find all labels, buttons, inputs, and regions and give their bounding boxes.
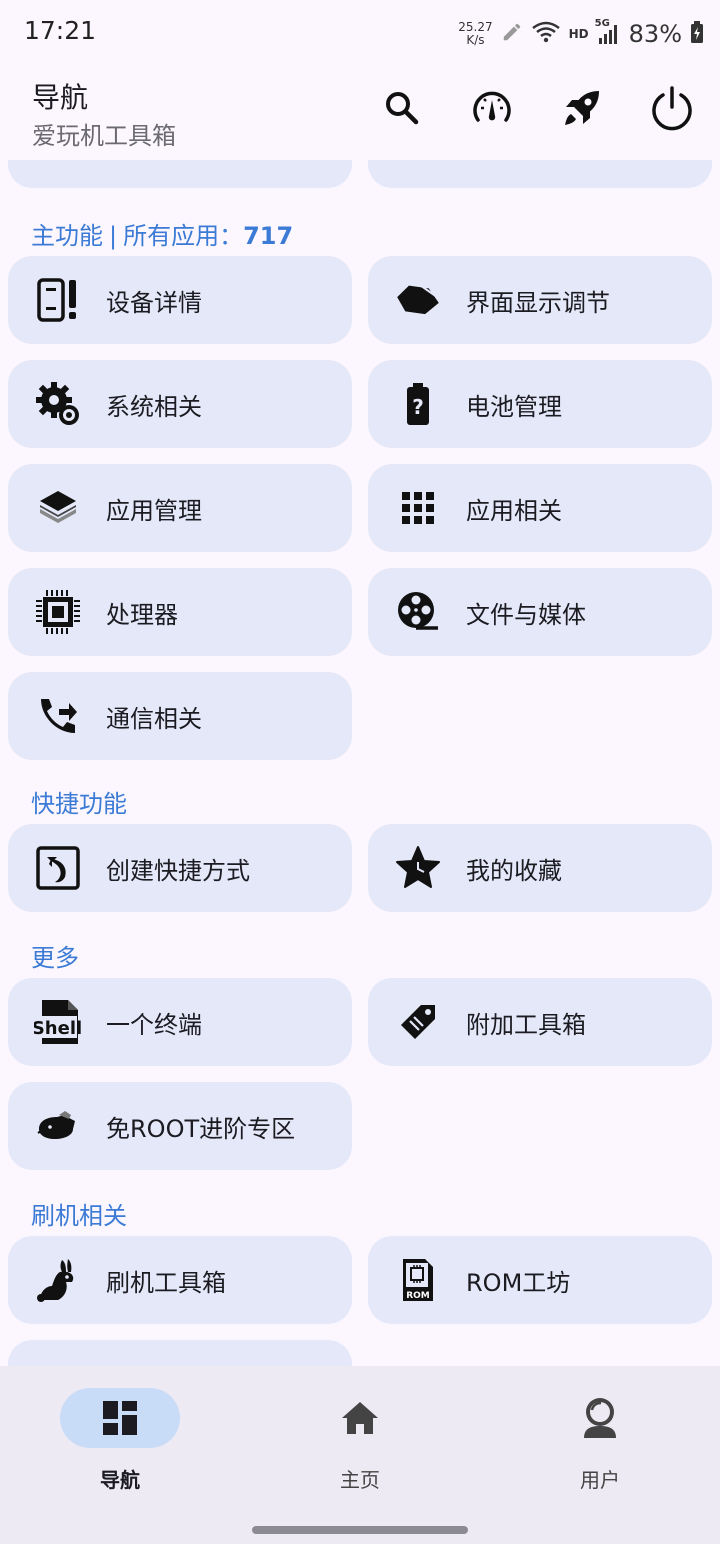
boost-button[interactable] — [556, 82, 608, 134]
rom-icon-text: ROM — [406, 1291, 430, 1301]
tile-label: 我的收藏 — [466, 856, 562, 885]
tile-flash-toolbox[interactable]: 刷机工具箱 — [8, 1236, 352, 1324]
tile-files-media[interactable]: 文件与媒体 — [368, 568, 712, 656]
user-icon — [576, 1394, 624, 1442]
nav-item-user[interactable]: 用户 — [480, 1366, 720, 1506]
nav-label: 主页 — [340, 1468, 380, 1492]
device-info-icon — [34, 276, 82, 324]
battery-charging-icon — [690, 21, 704, 47]
tile-partial-left[interactable] — [8, 160, 352, 188]
tile-rom-workshop[interactable]: ROM ROM工坊 — [368, 1236, 712, 1324]
dashboard-icon — [96, 1394, 144, 1442]
tile-display-adjust[interactable]: 界面显示调节 — [368, 256, 712, 344]
tile-label: 附加工具箱 — [466, 1010, 586, 1039]
svg-text:?: ? — [412, 395, 424, 419]
tile-favorites[interactable]: 我的收藏 — [368, 824, 712, 912]
system-gears-icon — [34, 380, 82, 428]
tile-label: 刷机工具箱 — [106, 1268, 226, 1297]
tag-icon — [394, 998, 442, 1046]
wifi-icon — [531, 20, 561, 48]
tile-label: ROM工坊 — [466, 1268, 571, 1297]
content-scroll-area[interactable]: 主功能 | 所有应用：717 设备详情 界面显示调节 系统相关 ? 电池管理 应用管… — [0, 160, 720, 1366]
gesture-bar[interactable] — [252, 1526, 468, 1534]
home-icon — [336, 1394, 384, 1442]
section-main-header: 主功能 | 所有应用：717 — [31, 216, 293, 251]
speedometer-icon — [473, 91, 511, 122]
nav-item-home[interactable]: 主页 — [240, 1366, 480, 1506]
cell-signal-icon: 5G — [595, 18, 621, 46]
status-time: 17:21 — [24, 16, 97, 45]
bottom-navigation: 导航 主页 用户 — [0, 1366, 720, 1544]
power-button[interactable] — [646, 82, 698, 134]
power-icon — [652, 86, 692, 131]
all-apps-label: 所有应用： — [123, 222, 244, 250]
rocket-icon — [565, 91, 599, 125]
network-speed: 25.27 K/s — [458, 21, 492, 47]
shell-icon-text: Shell — [34, 1018, 82, 1039]
star-icon — [394, 844, 442, 892]
tile-label: 设备详情 — [106, 288, 202, 317]
tile-create-shortcut[interactable]: 创建快捷方式 — [8, 824, 352, 912]
shell-file-icon: Shell — [34, 998, 82, 1046]
tile-cpu[interactable]: 处理器 — [8, 568, 352, 656]
tile-partial-bottom[interactable] — [8, 1340, 352, 1366]
rom-chip-icon: ROM — [394, 1256, 442, 1304]
display-adjust-icon — [394, 276, 442, 324]
speed-test-button[interactable] — [466, 82, 518, 134]
tile-label: 应用相关 — [466, 496, 562, 525]
pencil-icon — [501, 21, 523, 47]
page-title: 导航 — [32, 81, 89, 114]
nav-label: 用户 — [580, 1468, 620, 1492]
tile-battery[interactable]: ? 电池管理 — [368, 360, 712, 448]
tile-label: 界面显示调节 — [466, 288, 610, 317]
tile-app-manage[interactable]: 应用管理 — [8, 464, 352, 552]
page-subtitle: 爱玩机工具箱 — [32, 122, 176, 150]
all-apps-count: 717 — [243, 222, 294, 250]
film-reel-icon — [394, 588, 442, 636]
tile-label: 系统相关 — [106, 392, 202, 421]
tile-label: 处理器 — [106, 600, 178, 629]
cpu-chip-icon — [34, 588, 82, 636]
appbar-actions — [376, 82, 698, 134]
section-separator: | — [109, 222, 118, 250]
hd-indicator: HD — [568, 27, 589, 41]
tile-partial-right[interactable] — [368, 160, 712, 188]
tile-no-root[interactable]: 免ROOT进阶专区 — [8, 1082, 352, 1170]
section-more-title: 更多 — [31, 944, 79, 972]
tile-label: 免ROOT进阶专区 — [106, 1114, 296, 1143]
tile-device-info[interactable]: 设备详情 — [8, 256, 352, 344]
apps-grid-icon — [394, 484, 442, 532]
tile-communication[interactable]: 通信相关 — [8, 672, 352, 760]
tile-label: 通信相关 — [106, 704, 202, 733]
layers-icon — [34, 484, 82, 532]
battery-unknown-icon: ? — [394, 380, 442, 428]
phone-forward-icon — [34, 692, 82, 740]
tile-terminal[interactable]: Shell 一个终端 — [8, 978, 352, 1066]
status-icons: 25.27 K/s HD 5G 83% — [458, 14, 704, 54]
shortcut-arrow-icon — [34, 844, 82, 892]
network-speed-unit: K/s — [466, 33, 485, 47]
tile-label: 一个终端 — [106, 1010, 202, 1039]
search-icon — [386, 92, 419, 125]
tile-label: 电池管理 — [466, 392, 562, 421]
tile-system[interactable]: 系统相关 — [8, 360, 352, 448]
tile-app-related[interactable]: 应用相关 — [368, 464, 712, 552]
tile-label: 创建快捷方式 — [106, 856, 250, 885]
tile-extra-toolbox[interactable]: 附加工具箱 — [368, 978, 712, 1066]
rabbit-icon — [34, 1256, 82, 1304]
boar-icon — [34, 1102, 82, 1150]
search-button[interactable] — [376, 82, 428, 134]
section-main-title: 主功能 — [31, 222, 103, 250]
tile-label: 应用管理 — [106, 496, 202, 525]
nav-item-navigation[interactable]: 导航 — [0, 1366, 240, 1506]
nav-label: 导航 — [100, 1468, 140, 1492]
section-flash-title: 刷机相关 — [31, 1202, 127, 1230]
battery-percent: 83% — [628, 20, 682, 48]
tile-label: 文件与媒体 — [466, 600, 586, 629]
signal-type: 5G — [594, 18, 610, 29]
section-shortcuts-title: 快捷功能 — [31, 790, 127, 818]
